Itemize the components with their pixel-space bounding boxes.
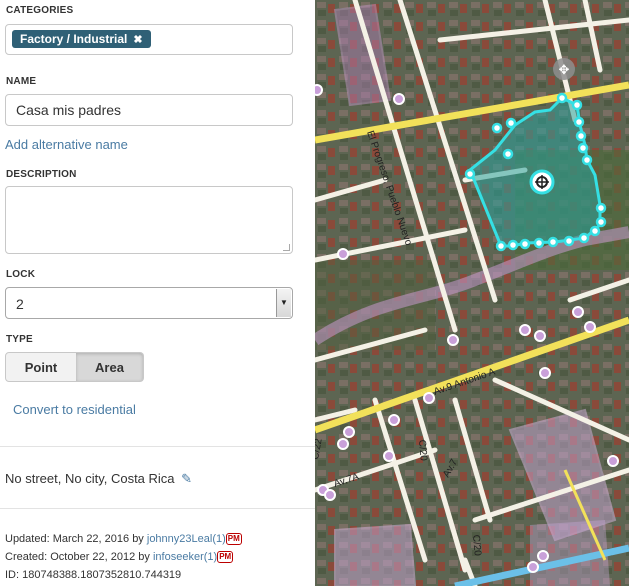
- divider: [0, 508, 315, 509]
- created-user-link[interactable]: infoseeker(1): [153, 551, 217, 563]
- created-text: Created: October 22, 2012 by: [5, 551, 153, 563]
- pm-icon[interactable]: PM: [225, 533, 242, 546]
- categories-label: CATEGORIES: [6, 5, 74, 16]
- map-view[interactable]: El Progreso, Pueblo Nuevo Av.9 Antonio A…: [315, 0, 629, 586]
- object-id: ID: 180748388.1807352810.744319: [5, 569, 182, 581]
- add-alternative-name-link[interactable]: Add alternative name: [5, 137, 128, 152]
- type-area-button[interactable]: Area: [76, 352, 144, 382]
- name-label: NAME: [6, 76, 37, 87]
- updated-line: Updated: March 22, 2016 by johnny23Leal(…: [5, 533, 242, 546]
- category-tag: Factory / Industrial ✖: [12, 30, 151, 48]
- address-text: No street, No city, Costa Rica: [5, 471, 175, 486]
- lock-select[interactable]: 2 ▼: [5, 287, 293, 319]
- resize-handle[interactable]: [283, 244, 290, 251]
- remove-tag-icon[interactable]: ✖: [133, 34, 142, 46]
- lock-value: 2: [16, 296, 24, 312]
- type-label: TYPE: [6, 334, 33, 345]
- updated-user-link[interactable]: johnny23Leal(1): [147, 533, 226, 545]
- lock-label: LOCK: [6, 269, 36, 280]
- categories-field[interactable]: Factory / Industrial ✖: [5, 24, 293, 55]
- move-icon[interactable]: ✥: [559, 63, 570, 78]
- street-label: C/20: [470, 534, 483, 556]
- pm-icon[interactable]: PM: [217, 551, 234, 564]
- name-input[interactable]: Casa mis padres: [5, 94, 293, 126]
- updated-text: Updated: March 22, 2016 by: [5, 533, 147, 545]
- street-label: C/20: [416, 439, 429, 461]
- category-tag-label: Factory / Industrial: [20, 32, 128, 46]
- chevron-down-icon[interactable]: ▼: [276, 289, 291, 317]
- created-line: Created: October 22, 2012 by infoseeker(…: [5, 551, 234, 564]
- satellite-map[interactable]: El Progreso, Pueblo Nuevo Av.9 Antonio A…: [315, 0, 629, 586]
- landuse-area[interactable]: [334, 523, 417, 586]
- description-label: DESCRIPTION: [6, 169, 77, 180]
- name-value: Casa mis padres: [16, 102, 122, 118]
- description-textarea[interactable]: [5, 186, 293, 254]
- address: No street, No city, Costa Rica ✎: [5, 471, 192, 487]
- sidebar-panel: CATEGORIES Factory / Industrial ✖ NAME Ca…: [0, 0, 315, 586]
- pencil-icon[interactable]: ✎: [181, 471, 192, 486]
- type-point-button[interactable]: Point: [5, 352, 77, 382]
- area-center-handle[interactable]: [529, 169, 555, 195]
- convert-residential-link[interactable]: Convert to residential: [13, 402, 136, 417]
- divider: [0, 446, 315, 447]
